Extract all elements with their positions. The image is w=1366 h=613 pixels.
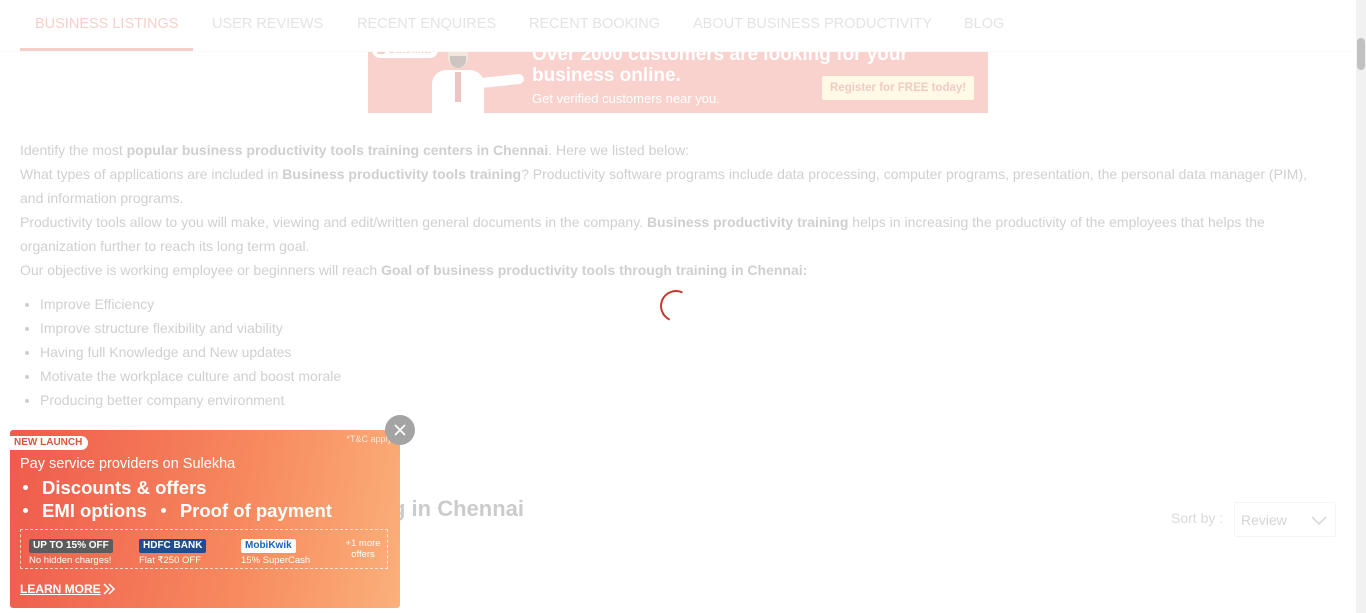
benefit-proof: Proof of payment bbox=[179, 500, 332, 521]
tab-recent-booking[interactable]: RECENT BOOKING bbox=[529, 0, 660, 51]
list-item: Producing better company environment bbox=[40, 388, 1320, 412]
more-offers-link[interactable]: +1 more offers bbox=[343, 538, 383, 560]
page-scrollbar[interactable] bbox=[1356, 0, 1366, 613]
double-chevron-right-icon bbox=[103, 583, 116, 595]
offer-discount: UP TO 15% OFF No hidden charges! bbox=[29, 539, 113, 566]
scrollbar-thumb[interactable] bbox=[1357, 38, 1365, 70]
offers-strip: UP TO 15% OFF No hidden charges! HDFC BA… bbox=[20, 529, 388, 569]
list-item: Motivate the workplace culture and boost… bbox=[40, 364, 1320, 388]
listings-heading: g in Chennai bbox=[392, 496, 524, 521]
close-icon bbox=[394, 424, 406, 436]
sort-by-select[interactable]: Review bbox=[1234, 502, 1336, 537]
benefit-emi: EMI options bbox=[42, 500, 147, 521]
tab-user-reviews[interactable]: USER REVIEWS bbox=[212, 0, 323, 51]
sort-selected-value: Review bbox=[1241, 512, 1287, 528]
paragraph-objective: Our objective is working employee or beg… bbox=[20, 262, 808, 278]
learn-more-link[interactable]: LEARN MORE bbox=[20, 582, 101, 596]
mobikwik-logo: MobiKwik bbox=[241, 539, 296, 553]
close-popup-button[interactable] bbox=[385, 415, 415, 445]
paragraph-intro: Identify the most popular business produ… bbox=[20, 142, 690, 158]
promo-title: Pay service providers on Sulekha bbox=[20, 456, 236, 472]
chevron-down-icon bbox=[1311, 516, 1327, 526]
page: BUSINESS LISTINGS USER REVIEWS RECENT EN… bbox=[0, 0, 1366, 613]
new-launch-badge: NEW LAUNCH bbox=[10, 436, 89, 450]
paragraph-applications: What types of applications are included … bbox=[20, 166, 1308, 206]
tab-about-business-productivity[interactable]: ABOUT BUSINESS PRODUCTIVITY bbox=[693, 0, 932, 51]
register-free-button[interactable]: Register for FREE today! bbox=[822, 76, 975, 100]
offer-mobikwik: MobiKwik 15% SuperCash bbox=[241, 539, 311, 566]
list-item: Having full Knowledge and New updates bbox=[40, 340, 1320, 364]
promo-benefits: Discounts & offers EMI options Proof of p… bbox=[20, 476, 332, 522]
section-tab-bar: BUSINESS LISTINGS USER REVIEWS RECENT EN… bbox=[0, 0, 1356, 52]
offer-hdfc: HDFC BANK Flat ₹250 OFF bbox=[139, 535, 207, 566]
benefit-discounts: Discounts & offers bbox=[42, 477, 207, 498]
hdfc-logo: HDFC BANK bbox=[139, 539, 207, 553]
paragraph-productivity-tools: Productivity tools allow to you will mak… bbox=[20, 214, 1265, 254]
banner-subtext: Get verified customers near you. bbox=[532, 91, 720, 106]
tab-business-listings[interactable]: BUSINESS LISTINGS bbox=[20, 0, 194, 51]
tab-recent-enquires[interactable]: RECENT ENQUIRES bbox=[357, 0, 496, 51]
tab-blog[interactable]: BLOG bbox=[964, 0, 1004, 51]
payment-promo-popup[interactable]: NEW LAUNCH *T&C apply Pay service provid… bbox=[10, 430, 400, 608]
article-content: Identify the most popular business produ… bbox=[20, 138, 1320, 412]
sort-by-label: Sort by : bbox=[1171, 510, 1224, 526]
